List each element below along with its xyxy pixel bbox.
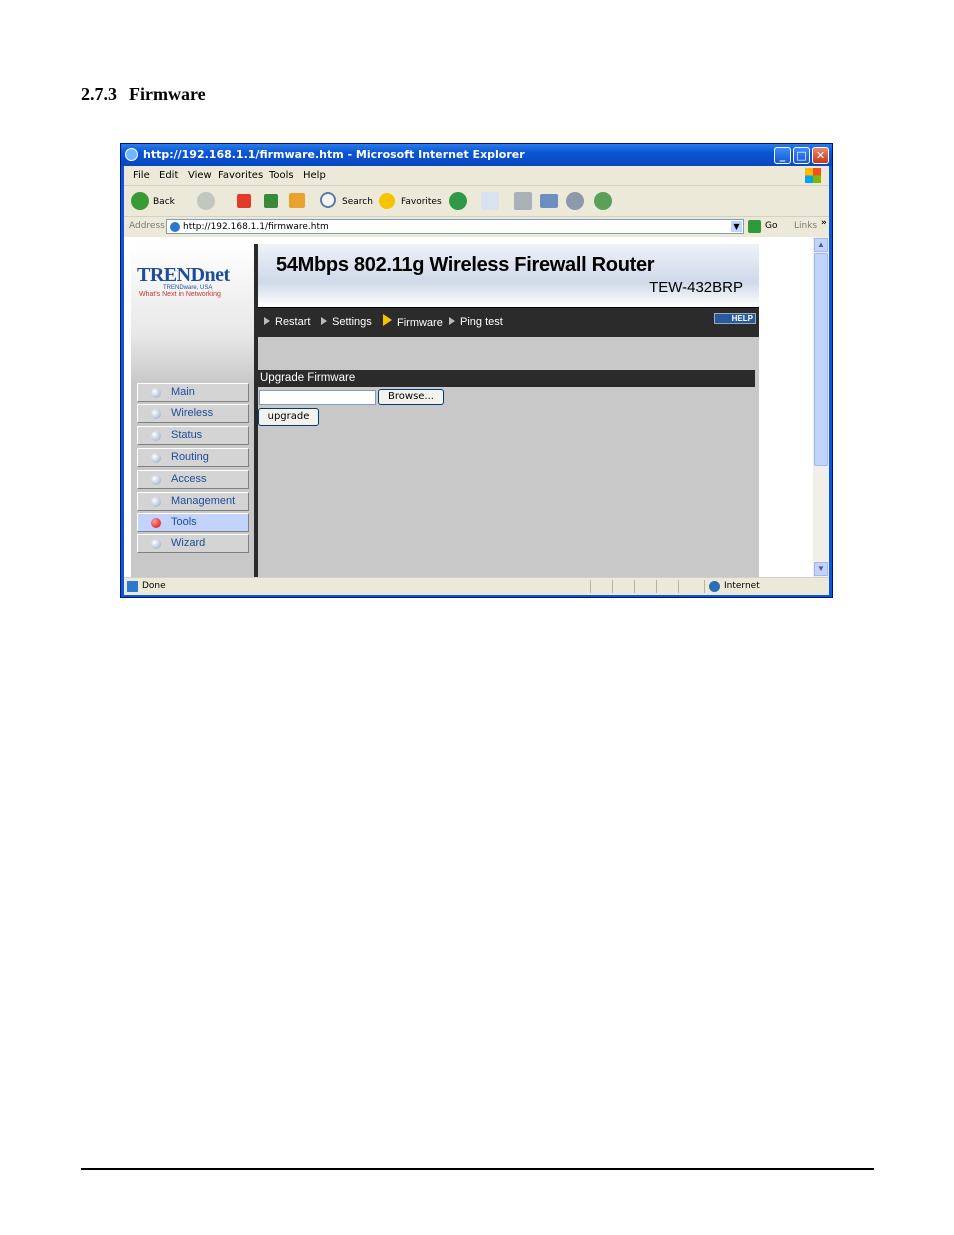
security-zone: Internet xyxy=(724,581,760,591)
nav-main[interactable]: Main xyxy=(137,383,249,402)
menu-help[interactable]: Help xyxy=(303,170,326,181)
window-title: http://192.168.1.1/firmware.htm - Micros… xyxy=(143,148,525,161)
menu-bar: File Edit View Favorites Tools Help xyxy=(124,166,829,186)
status-bar: Done Internet xyxy=(124,577,829,595)
close-button[interactable]: ✕ xyxy=(812,147,829,164)
bullet-icon xyxy=(151,497,161,507)
subnav-firmware[interactable]: Firmware xyxy=(383,314,443,329)
scroll-thumb[interactable] xyxy=(814,253,828,466)
scroll-up-icon[interactable]: ▲ xyxy=(814,238,828,252)
toolbar: Back Search Favorites xyxy=(124,186,829,217)
selected-arrow-icon xyxy=(383,314,392,326)
nav-status[interactable]: Status xyxy=(137,426,249,445)
bullet-icon xyxy=(151,388,161,398)
trendnet-logo: TRENDnet TRENDware, USA What's Next in N… xyxy=(137,264,230,298)
tools-subnav: Restart Settings Firmware Ping test HELP xyxy=(258,308,759,337)
router-main: 54Mbps 802.11g Wireless Firewall Router … xyxy=(254,244,759,577)
title-bar: http://192.168.1.1/firmware.htm - Micros… xyxy=(121,144,832,166)
bullet-icon xyxy=(151,431,161,441)
subnav-ping-test[interactable]: Ping test xyxy=(449,316,503,328)
section-heading: 2.7.3 Firmware xyxy=(81,84,206,105)
status-divider xyxy=(634,580,635,593)
upgrade-firmware-header: Upgrade Firmware xyxy=(258,370,755,387)
discuss-icon[interactable] xyxy=(566,192,584,210)
bullet-icon xyxy=(151,453,161,463)
menu-view[interactable]: View xyxy=(188,170,212,181)
help-button[interactable]: HELP xyxy=(714,313,756,324)
maximize-button[interactable]: □ xyxy=(793,147,810,164)
bullet-icon xyxy=(151,539,161,549)
history-icon[interactable] xyxy=(449,192,467,210)
page-done-icon xyxy=(127,581,138,592)
subnav-settings[interactable]: Settings xyxy=(321,316,372,328)
chevron-right-icon[interactable]: » xyxy=(821,218,827,228)
status-divider xyxy=(656,580,657,593)
edit-icon[interactable] xyxy=(540,194,558,208)
scroll-down-icon[interactable]: ▼ xyxy=(814,562,828,576)
print-icon[interactable] xyxy=(514,192,532,210)
mail-icon[interactable] xyxy=(481,192,499,210)
search-button[interactable]: Search xyxy=(342,197,373,207)
favorites-button[interactable]: Favorites xyxy=(401,197,442,207)
status-divider xyxy=(704,580,705,593)
chevron-down-icon[interactable]: ▼ xyxy=(731,221,742,232)
section-title: Firmware xyxy=(129,84,206,104)
search-icon[interactable] xyxy=(320,192,336,208)
stop-icon[interactable] xyxy=(237,194,251,208)
page-viewport: TRENDnet TRENDware, USA What's Next in N… xyxy=(124,237,829,577)
bullet-icon xyxy=(151,409,161,419)
refresh-icon[interactable] xyxy=(264,194,278,208)
router-sidebar: TRENDnet TRENDware, USA What's Next in N… xyxy=(131,244,254,577)
arrow-icon xyxy=(321,317,327,325)
home-icon[interactable] xyxy=(289,193,305,208)
status-divider xyxy=(678,580,679,593)
model-name: TEW-432BRP xyxy=(649,279,743,296)
menu-edit[interactable]: Edit xyxy=(159,170,178,181)
messenger-icon[interactable] xyxy=(594,192,612,210)
page-icon xyxy=(170,222,180,232)
go-arrow-icon[interactable] xyxy=(748,220,761,233)
favorites-icon[interactable] xyxy=(379,193,395,209)
go-button[interactable]: Go xyxy=(765,221,777,231)
globe-icon xyxy=(709,581,720,592)
address-input[interactable]: http://192.168.1.1/firmware.htm ▼ xyxy=(166,219,744,234)
section-number: 2.7.3 xyxy=(81,84,117,104)
minimize-button[interactable]: _ xyxy=(774,147,791,164)
links-label[interactable]: Links xyxy=(794,221,817,231)
menu-favorites[interactable]: Favorites xyxy=(218,170,263,181)
address-label: Address xyxy=(129,221,165,231)
router-banner: 54Mbps 802.11g Wireless Firewall Router … xyxy=(258,244,759,308)
back-button[interactable]: Back xyxy=(153,197,175,207)
arrow-icon xyxy=(264,317,270,325)
footer-rule xyxy=(81,1168,874,1170)
ie-icon xyxy=(125,148,138,161)
browse-button[interactable]: Browse... xyxy=(378,389,444,405)
nav-management[interactable]: Management xyxy=(137,492,249,511)
browser-window: http://192.168.1.1/firmware.htm - Micros… xyxy=(120,143,833,598)
forward-icon[interactable] xyxy=(197,192,215,210)
status-divider xyxy=(590,580,591,593)
menu-file[interactable]: File xyxy=(133,170,150,181)
vertical-scrollbar[interactable]: ▲ ▼ xyxy=(813,237,829,577)
firmware-file-input[interactable] xyxy=(259,390,376,405)
back-icon[interactable] xyxy=(131,192,149,210)
status-text: Done xyxy=(142,581,166,591)
banner-title: 54Mbps 802.11g Wireless Firewall Router xyxy=(276,254,655,276)
subnav-restart[interactable]: Restart xyxy=(264,316,310,328)
nav-wizard[interactable]: Wizard xyxy=(137,534,249,553)
browser-body: File Edit View Favorites Tools Help Back… xyxy=(124,166,829,595)
status-divider xyxy=(612,580,613,593)
upgrade-button[interactable]: upgrade xyxy=(258,408,319,426)
arrow-icon xyxy=(449,317,455,325)
active-bullet-icon xyxy=(151,518,161,528)
nav-wireless[interactable]: Wireless xyxy=(137,404,249,423)
address-bar: Address http://192.168.1.1/firmware.htm … xyxy=(124,217,829,236)
bullet-icon xyxy=(151,475,161,485)
nav-routing[interactable]: Routing xyxy=(137,448,249,467)
nav-access[interactable]: Access xyxy=(137,470,249,489)
menu-tools[interactable]: Tools xyxy=(269,170,294,181)
nav-tools[interactable]: Tools xyxy=(137,513,249,532)
address-value: http://192.168.1.1/firmware.htm xyxy=(183,222,329,232)
windows-logo-icon xyxy=(805,168,821,183)
